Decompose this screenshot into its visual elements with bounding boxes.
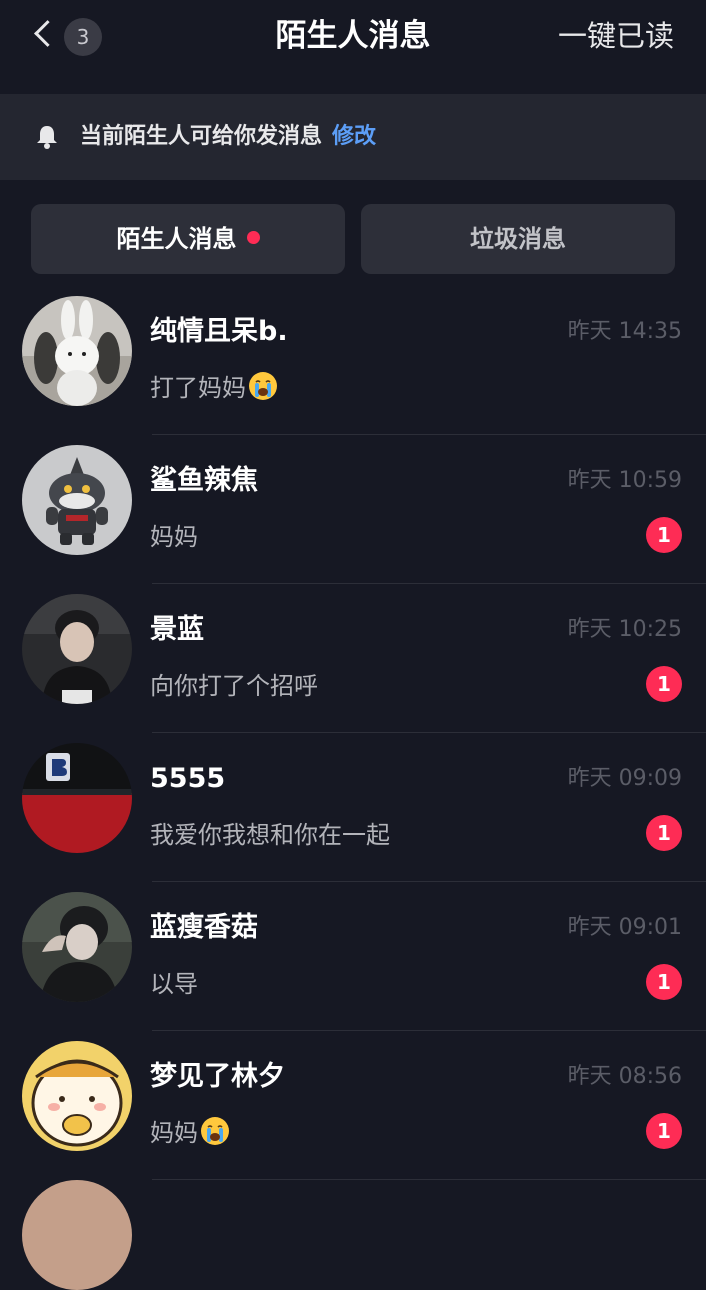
message-time: 昨天 10:59 (567, 468, 682, 493)
avatar[interactable] (22, 1180, 132, 1290)
tab-spam-messages[interactable]: 垃圾消息 (361, 204, 675, 274)
message-list: 纯情且呆b. 昨天 14:35 打了妈妈 鲨鱼辣焦 昨天 10:59 妈妈 1 … (0, 286, 706, 1180)
unread-badge: 1 (646, 964, 682, 1000)
unread-badge: 1 (646, 517, 682, 553)
preview-text: 妈妈 (150, 1119, 198, 1147)
bell-icon (34, 124, 60, 150)
unread-badge: 1 (646, 1113, 682, 1149)
message-row[interactable]: 蓝瘦香菇 昨天 09:01 以导 1 (0, 882, 706, 1031)
contact-name: 景蓝 (150, 614, 204, 645)
notice-bar: 当前陌生人可给你发消息 修改 (0, 94, 706, 180)
modify-link[interactable]: 修改 (332, 124, 376, 149)
contact-name: 梦见了林夕 (150, 1061, 285, 1092)
avatar[interactable] (22, 892, 132, 1002)
avatar[interactable] (22, 296, 132, 406)
top-bar: 3 陌生人消息 一键已读 (0, 0, 706, 80)
message-preview: 我爱你我想和你在一起 (150, 821, 390, 849)
message-row[interactable]: 5555 昨天 09:09 我爱你我想和你在一起 1 (0, 733, 706, 882)
preview-text: 打了妈妈 (150, 374, 246, 402)
message-time: 昨天 08:56 (567, 1064, 682, 1089)
crying-face-icon (248, 371, 278, 401)
message-row[interactable]: 纯情且呆b. 昨天 14:35 打了妈妈 (0, 286, 706, 435)
message-preview: 打了妈妈 (150, 368, 278, 408)
message-preview: 妈妈 (150, 523, 198, 551)
message-preview: 妈妈 (150, 1113, 230, 1153)
message-row[interactable]: 鲨鱼辣焦 昨天 10:59 妈妈 1 (0, 435, 706, 584)
tab-label: 陌生人消息 (116, 225, 237, 253)
message-time: 昨天 14:35 (567, 319, 682, 344)
avatar[interactable] (22, 594, 132, 704)
message-preview: 以导 (150, 970, 198, 998)
contact-name: 鲨鱼辣焦 (150, 465, 258, 496)
unread-dot (246, 230, 260, 244)
notice-text: 当前陌生人可给你发消息 (80, 124, 323, 149)
crying-face-icon (200, 1116, 230, 1146)
contact-name: 蓝瘦香菇 (150, 912, 258, 943)
avatar[interactable] (22, 445, 132, 555)
contact-name: 纯情且呆b. (150, 316, 288, 347)
tab-label: 垃圾消息 (470, 225, 566, 253)
mark-all-read-button[interactable]: 一键已读 (558, 14, 674, 58)
message-time: 昨天 09:09 (567, 766, 682, 791)
divider (152, 1179, 706, 1180)
message-row[interactable]: 景蓝 昨天 10:25 向你打了个招呼 1 (0, 584, 706, 733)
message-time: 昨天 10:25 (567, 617, 682, 642)
avatar[interactable] (22, 743, 132, 853)
message-time: 昨天 09:01 (567, 915, 682, 940)
message-preview: 向你打了个招呼 (150, 672, 318, 700)
avatar[interactable] (22, 1041, 132, 1151)
message-row[interactable]: 梦见了林夕 昨天 08:56 妈妈 1 (0, 1031, 706, 1180)
unread-badge: 1 (646, 666, 682, 702)
contact-name: 5555 (150, 763, 226, 794)
unread-badge: 1 (646, 815, 682, 851)
tab-stranger-messages[interactable]: 陌生人消息 (31, 204, 345, 274)
notice-text-container: 当前陌生人可给你发消息 修改 (80, 116, 376, 158)
